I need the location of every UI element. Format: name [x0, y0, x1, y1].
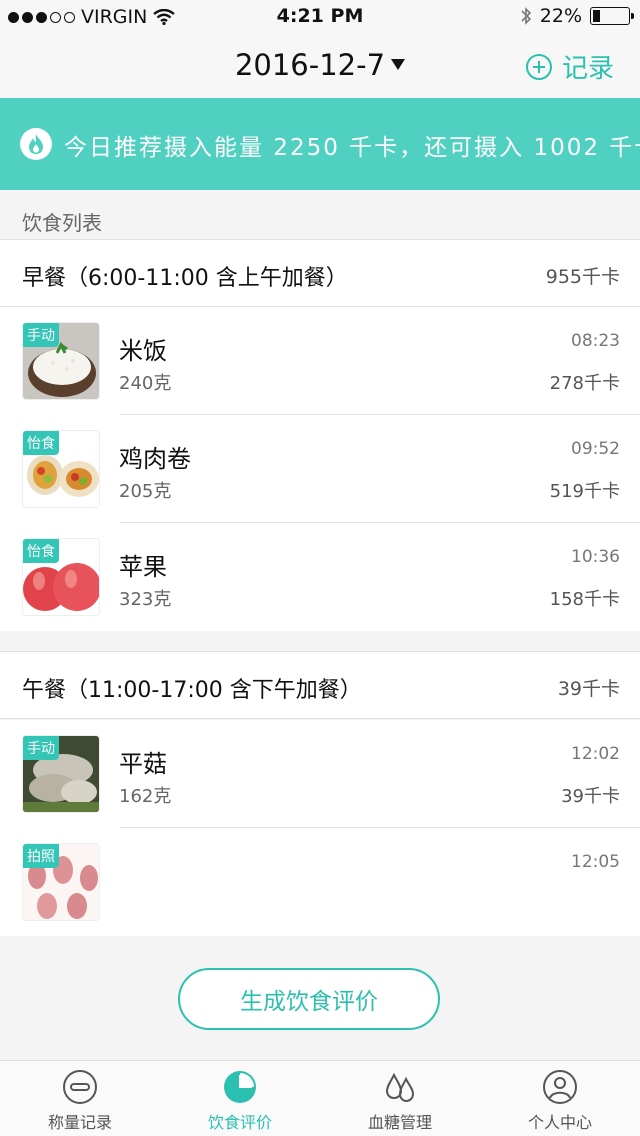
flame-icon — [20, 128, 52, 160]
food-kcal: 278千卡 — [549, 373, 620, 394]
tab-label: 个人中心 — [527, 1113, 592, 1132]
food-name: 鸡肉卷 — [119, 445, 191, 473]
source-tag: 手动 — [23, 736, 59, 760]
generate-evaluation-button[interactable]: 生成饮食评价 — [178, 968, 440, 1030]
caret-down-icon — [391, 58, 406, 70]
date-label: 2016-12-7 — [234, 48, 386, 82]
person-icon — [543, 1070, 577, 1104]
chicken-wrap-image: 怡食 — [22, 430, 100, 508]
drops-icon — [385, 1072, 415, 1103]
food-time: 12:02 — [571, 744, 620, 764]
food-name: 苹果 — [119, 553, 167, 581]
food-weight: 240克 — [119, 373, 172, 394]
source-tag: 手动 — [23, 323, 59, 347]
food-kcal: 519千卡 — [549, 481, 620, 502]
tab-profile[interactable]: 个人中心 — [480, 1061, 640, 1136]
energy-text: 今日推荐摄入能量 2250 千卡，还可摄入 1002 千卡 — [64, 135, 640, 161]
section-label: 饮食列表 — [22, 211, 102, 235]
nav-bar: 2016-12-7 记录 — [0, 34, 640, 98]
rice-image: 手动 — [22, 322, 100, 400]
tab-blood-sugar[interactable]: 血糖管理 — [320, 1061, 480, 1136]
tab-diet-evaluation[interactable]: 饮食评价 — [160, 1061, 320, 1136]
group-title: 午餐（11:00-17:00 含下午加餐） — [22, 678, 362, 703]
mushroom-image: 手动 — [22, 735, 100, 813]
group-header-breakfast: 早餐（6:00-11:00 含上午加餐） 955千卡 — [0, 239, 640, 307]
battery-percent: 22% — [539, 5, 582, 27]
battery-icon — [590, 7, 634, 25]
list-item[interactable]: 怡食 鸡肉卷 205克 09:52 519千卡 — [0, 415, 640, 523]
food-time: 12:05 — [571, 852, 620, 872]
tab-label: 血糖管理 — [367, 1113, 432, 1132]
record-label: 记录 — [561, 54, 614, 84]
apple-image: 怡食 — [22, 538, 100, 616]
energy-banner: 今日推荐摄入能量 2250 千卡，还可摄入 1002 千卡 — [0, 98, 640, 190]
tab-label: 饮食评价 — [207, 1113, 272, 1132]
source-tag: 怡食 — [23, 539, 59, 563]
source-tag: 怡食 — [23, 431, 59, 455]
source-tag: 拍照 — [23, 844, 59, 868]
group-kcal: 39千卡 — [557, 678, 620, 700]
group-kcal: 955千卡 — [545, 266, 620, 288]
list-item[interactable]: 怡食 苹果 323克 10:36 158千卡 — [0, 523, 640, 631]
record-button[interactable]: 记录 — [525, 48, 614, 85]
bluetooth-icon — [521, 7, 531, 25]
battery-area: 22% — [520, 5, 634, 27]
tab-scale-record[interactable]: 称量记录 — [0, 1061, 160, 1136]
food-weight: 162克 — [119, 786, 172, 807]
list-item[interactable]: 拍照 12:05 — [0, 828, 640, 936]
group-header-lunch: 午餐（11:00-17:00 含下午加餐） 39千卡 — [0, 651, 640, 719]
food-kcal: 39千卡 — [561, 786, 620, 807]
food-time: 08:23 — [571, 331, 620, 351]
food-time: 09:52 — [571, 439, 620, 459]
tab-label: 称量记录 — [47, 1113, 112, 1132]
food-time: 10:36 — [571, 547, 620, 567]
tab-bar: 称量记录 饮食评价 血糖管理 个人中心 — [0, 1060, 640, 1136]
pie-chart-icon — [224, 1071, 256, 1103]
status-bar: VIRGIN 4:21 PM 22% — [0, 0, 640, 34]
food-weight: 205克 — [119, 481, 172, 502]
photo-image: 拍照 — [22, 843, 100, 921]
food-name: 平菇 — [119, 750, 167, 778]
list-item[interactable]: 手动 米饭 240克 08:23 278千卡 — [0, 307, 640, 415]
scale-icon — [63, 1070, 97, 1104]
food-name: 米饭 — [119, 337, 167, 365]
food-kcal: 158千卡 — [549, 589, 620, 610]
food-weight: 323克 — [119, 589, 172, 610]
group-title: 早餐（6:00-11:00 含上午加餐） — [22, 266, 348, 291]
plus-circle-icon — [525, 53, 552, 80]
list-item[interactable]: 手动 平菇 162克 12:02 39千卡 — [0, 720, 640, 828]
